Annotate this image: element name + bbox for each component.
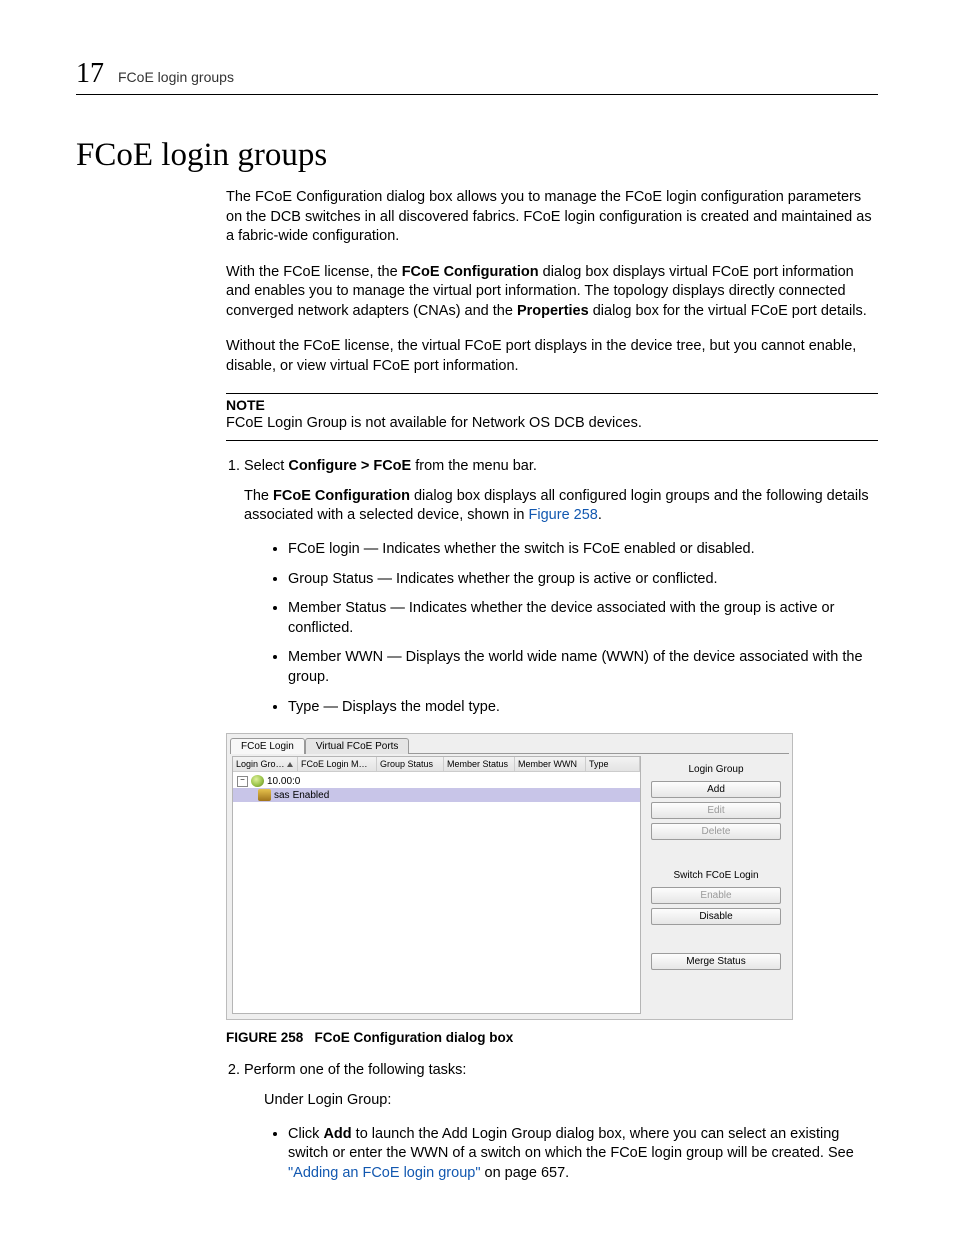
step-2: Perform one of the following tasks: Unde… [244, 1061, 878, 1183]
col-fcoe-login[interactable]: FCoE Login M… [298, 757, 377, 771]
figure-reference[interactable]: Figure 258 [529, 507, 598, 523]
login-group-label: Login Group [651, 764, 781, 775]
col-member-wwn[interactable]: Member WWN [515, 757, 586, 771]
col-group-status[interactable]: Group Status [377, 757, 444, 771]
col-type[interactable]: Type [586, 757, 640, 771]
switch-icon [258, 789, 271, 801]
list-item: Click Add to launch the Add Login Group … [288, 1125, 878, 1184]
dialog-action-panel: Login Group Add Edit Delete Switch FCoE … [643, 754, 789, 1016]
figure-caption: FIGURE 258 FCoE Configuration dialog box [226, 1030, 878, 1045]
running-title: FCoE login groups [118, 69, 234, 85]
table-header: Login Gro… FCoE Login M… Group Status Me… [233, 757, 640, 772]
intro-paragraph-1: The FCoE Configuration dialog box allows… [226, 188, 878, 247]
column-definitions: FCoE login — Indicates whether the switc… [244, 540, 878, 717]
edit-button[interactable]: Edit [651, 802, 781, 819]
step-1: Select Configure > FCoE from the menu ba… [244, 457, 878, 717]
fabric-icon [251, 775, 264, 787]
page-header: 17 FCoE login groups [76, 58, 878, 95]
switch-fcoe-login-label: Switch FCoE Login [651, 870, 781, 881]
note-body: FCoE Login Group is not available for Ne… [226, 414, 878, 434]
row-label: 10.00:0 [267, 776, 300, 787]
disable-button[interactable]: Disable [651, 908, 781, 925]
sort-asc-icon [287, 762, 293, 767]
row-label: sas [274, 790, 290, 801]
intro-paragraph-3: Without the FCoE license, the virtual FC… [226, 337, 878, 376]
collapse-icon[interactable]: − [237, 776, 248, 787]
note-label: NOTE [226, 396, 878, 415]
chapter-number: 17 [76, 58, 104, 90]
row-value: Enabled [293, 790, 330, 801]
list-item: Member Status — Indicates whether the de… [288, 599, 878, 638]
login-group-table[interactable]: Login Gro… FCoE Login M… Group Status Me… [232, 756, 641, 1014]
step-1-desc: The FCoE Configuration dialog box displa… [244, 487, 878, 526]
delete-button[interactable]: Delete [651, 823, 781, 840]
col-login-group[interactable]: Login Gro… [233, 757, 298, 771]
section-heading: FCoE login groups [76, 137, 878, 174]
cross-reference[interactable]: "Adding an FCoE login group" [288, 1165, 480, 1181]
note-rule-top [226, 393, 878, 394]
table-row-root[interactable]: − 10.00:0 [233, 774, 640, 788]
list-item: Type — Displays the model type. [288, 698, 878, 718]
fcoe-configuration-dialog: FCoE Login Virtual FCoE Ports Login Gro…… [226, 733, 793, 1020]
add-button[interactable]: Add [651, 781, 781, 798]
tab-strip: FCoE Login Virtual FCoE Ports [227, 734, 792, 753]
note-rule-bottom [226, 440, 878, 441]
col-member-status[interactable]: Member Status [444, 757, 515, 771]
list-item: Member WWN — Displays the world wide nam… [288, 648, 878, 687]
enable-button[interactable]: Enable [651, 887, 781, 904]
table-row-child[interactable]: sas Enabled [233, 788, 640, 802]
intro-paragraph-2: With the FCoE license, the FCoE Configur… [226, 263, 878, 322]
list-item: Group Status — Indicates whether the gro… [288, 570, 878, 590]
merge-status-button[interactable]: Merge Status [651, 953, 781, 970]
tab-virtual-fcoe-ports[interactable]: Virtual FCoE Ports [305, 738, 410, 754]
step-2-under: Under Login Group: [264, 1091, 878, 1111]
list-item: FCoE login — Indicates whether the switc… [288, 540, 878, 560]
tab-fcoe-login[interactable]: FCoE Login [230, 738, 305, 754]
